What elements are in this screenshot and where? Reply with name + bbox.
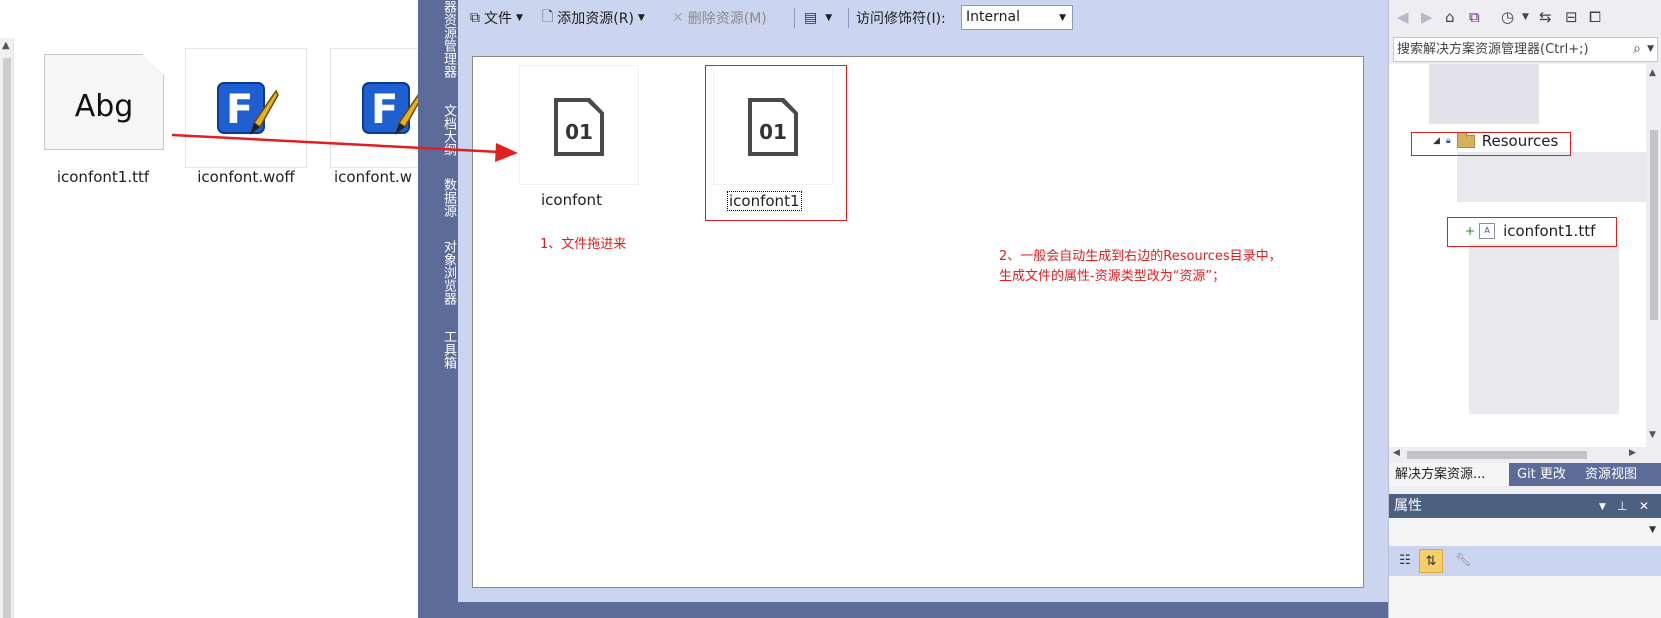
access-modifier-value: Internal [966,9,1020,25]
logo-letter: F [371,87,398,133]
explorer-scroll-thumb[interactable] [3,58,11,618]
access-modifier-label: 访问修饰符(I): [856,11,946,27]
wrench-icon[interactable]: 🔧︎ [1451,549,1475,573]
tab-object-browser[interactable]: 对象浏览器 [418,240,458,305]
toolbar-separator [794,8,795,28]
resource-item[interactable]: 01 [519,65,639,185]
tool-window-strip: 器资源管理器 文档大纲 数据源 对象浏览器 工具箱 [418,0,458,618]
file-menu-button[interactable]: ⧉ 文件 ▼ [470,8,523,28]
chevron-down-icon[interactable]: ▼ [1522,12,1529,22]
solution-search-input[interactable]: 搜索解决方案资源管理器(Ctrl+;) ⌕ ▼ [1393,37,1658,62]
resource-canvas[interactable]: 01 iconfont 01 iconfont1 1、文件拖进来 2、一般会自动… [472,56,1364,588]
copy-icon: ⧉ [470,10,480,26]
highlight-box [705,65,847,221]
logo-letter: F [226,87,253,133]
solution-explorer-panel: ◀ ▶ ⌂ ⧉ ◷ ▼ ⇆ ⊟ ⧠ 搜索解决方案资源管理器(Ctrl+;) ⌕ … [1388,0,1661,618]
file-name: iconfont.w [334,168,412,186]
chevron-down-icon[interactable]: ▼ [1647,38,1654,61]
access-modifier-select[interactable]: Internal ▼ [961,5,1073,30]
solution-tree: ◢ 🔒︎ Resources + A iconfont1.ttf [1389,64,1661,447]
note-step1: 1、文件拖进来 [540,237,627,252]
tab-solution-explorer[interactable]: 解决方案资源... [1389,463,1509,486]
solution-explorer-toolbar: ◀ ▶ ⌂ ⧉ ◷ ▼ ⇆ ⊟ ⧠ [1389,0,1661,36]
alphabetical-sort-icon[interactable]: ⇅ [1419,549,1443,573]
scroll-up-icon[interactable]: ▲ [1649,68,1656,78]
sync-icon[interactable]: ⇆ [1539,8,1552,26]
collapse-icon[interactable]: ⊟ [1565,8,1578,26]
search-icon[interactable]: ⌕ [1633,38,1641,61]
resource-designer: ⧉ 文件 ▼ 🗋 添加资源(R) ▼ ✕ 删除资源(M) ▤ ▼ 访问修饰符(I… [458,0,1388,618]
pixelated-area [1469,244,1619,414]
scroll-thumb[interactable] [1407,451,1587,459]
properties-header: 属性 ▼ ⊥ ✕ [1389,494,1661,518]
tab-server-explorer[interactable]: 器资源管理器 [418,0,458,78]
properties-title: 属性 [1394,498,1422,514]
add-resource-label: 添加资源(R) [557,11,634,27]
designer-toolbar: ⧉ 文件 ▼ 🗋 添加资源(R) ▼ ✕ 删除资源(M) ▤ ▼ 访问修饰符(I… [458,0,1388,34]
pin-icon[interactable]: ⊥ [1617,494,1627,518]
chevron-down-icon[interactable]: ▼ [1649,525,1656,535]
chevron-down-icon: ▼ [825,13,833,23]
chevron-down-icon: ▼ [1059,13,1066,23]
file-name: iconfont.woff [197,168,295,186]
note-step2-line2: 生成文件的属性-资源类型改为“资源”； [999,269,1226,284]
categorized-icon[interactable]: ☷ [1393,549,1417,573]
highlight-box [1411,132,1571,156]
tab-toolbox[interactable]: 工具箱 [418,330,458,369]
font-file-icon: Abg [44,54,164,150]
add-file-icon: 🗋 [542,9,554,25]
fontcreator-icon: F [217,82,279,135]
chevron-down-icon: ▼ [637,13,645,23]
remove-resource-label: 删除资源(M) [687,11,767,27]
tree-vertical-scrollbar[interactable]: ▲ ▼ [1646,64,1661,447]
note-step2-line1: 2、一般会自动生成到右边的Resources目录中， [999,249,1282,264]
remove-resource-button[interactable]: ✕ 删除资源(M) [672,8,767,28]
font-preview-text: Abg [74,89,134,124]
file-explorer: ▲ Abg iconfont1.ttf F iconfont.woff F ic… [0,0,452,618]
properties-body: ▼ ☷ ⇅ 🔧︎ [1389,518,1661,618]
tab-document-outline[interactable]: 文档大纲 [418,104,458,156]
view-button[interactable]: ▤ ▼ [804,8,832,28]
show-all-icon[interactable]: ⧠ [1589,8,1601,26]
pixelated-area [1457,152,1657,202]
resource-name[interactable]: iconfont [541,191,602,209]
chevron-down-icon[interactable]: ▼ [1599,495,1606,519]
history-icon[interactable]: ◷ [1501,8,1514,26]
view-layout-icon: ▤ [804,10,818,26]
toolbar-separator [848,8,849,28]
vs-solution-icon[interactable]: ⧉ [1469,8,1480,26]
tab-git-changes[interactable]: Git 更改 [1511,463,1572,486]
screen: ▲ Abg iconfont1.ttf F iconfont.woff F ic… [0,0,1661,618]
highlight-box [1447,217,1617,247]
close-icon[interactable]: ✕ [1639,494,1649,518]
scroll-down-icon[interactable]: ▼ [1649,430,1656,440]
tab-data-sources[interactable]: 数据源 [418,178,458,217]
scroll-up-icon[interactable]: ▲ [2,40,10,51]
forward-icon[interactable]: ▶ [1421,8,1433,26]
file-thumbnail: F [185,48,307,168]
search-placeholder: 搜索解决方案资源管理器(Ctrl+;) [1397,42,1589,57]
file-menu-label: 文件 [484,11,512,27]
home-icon[interactable]: ⌂ [1445,8,1455,26]
file-name: iconfont1.ttf [56,168,150,186]
properties-toolbar: ☷ ⇅ 🔧︎ [1389,546,1661,576]
explorer-scrollbar[interactable]: ▲ [0,38,14,618]
binary-file-icon-text: 01 [565,120,593,144]
properties-object-select[interactable]: ▼ [1389,518,1661,542]
tab-resource-view[interactable]: 资源视图 [1579,463,1643,486]
add-resource-button[interactable]: 🗋 添加资源(R) ▼ [542,8,645,28]
scroll-thumb[interactable] [1650,130,1658,320]
panel-tabs: 解决方案资源... Git 更改 资源视图 [1389,463,1661,486]
scroll-right-icon[interactable]: ▶ [1629,448,1636,458]
delete-x-icon: ✕ [672,10,684,26]
tree-horizontal-scrollbar[interactable]: ◀ ▶ [1389,447,1661,463]
pixelated-area [1429,64,1539,124]
designer-bottom-bar [458,602,1388,618]
back-icon[interactable]: ◀ [1397,8,1409,26]
chevron-down-icon: ▼ [516,13,523,23]
binary-file-icon: 01 [554,98,604,156]
fontcreator-icon: F [362,82,424,135]
scroll-left-icon[interactable]: ◀ [1393,448,1400,458]
